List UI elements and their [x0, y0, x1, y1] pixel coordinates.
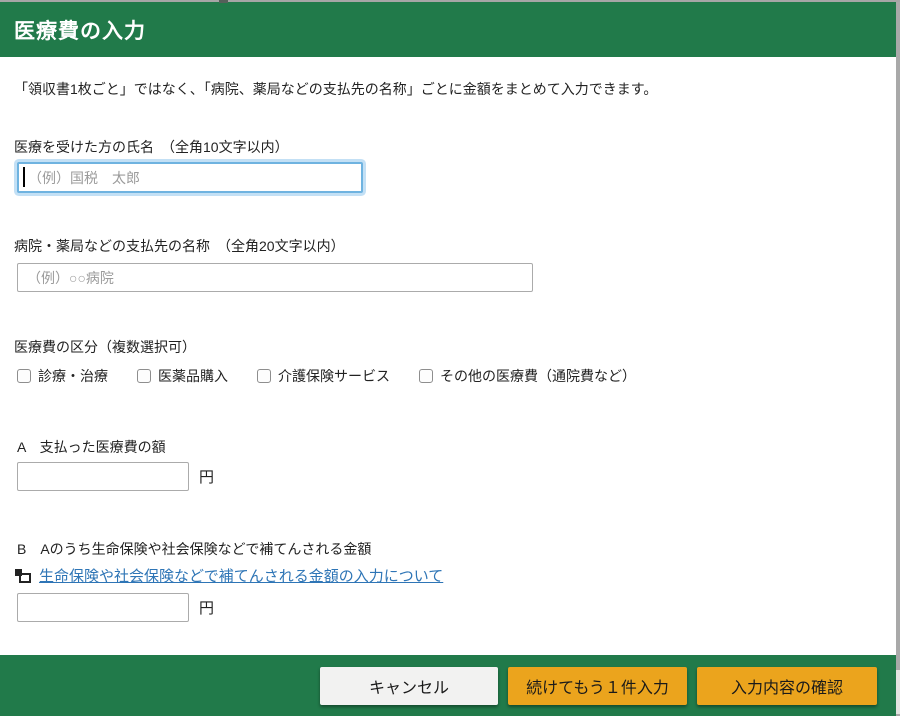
amount-a-row: 円 [17, 462, 214, 491]
payee-name-label: 病院・薬局などの支払先の名称 （全角20文字以内） [14, 236, 345, 256]
amount-b-label: B Aのうち生命保険や社会保険などで補てんされる金額 [17, 539, 371, 559]
category-option-label: 診療・治療 [38, 366, 108, 386]
scrollbar-track[interactable] [896, 2, 900, 716]
page-title: 医療費の入力 [14, 15, 146, 45]
confirm-button[interactable]: 入力内容の確認 [697, 667, 877, 705]
checkbox-medicine[interactable] [137, 369, 151, 383]
checkbox-treatment[interactable] [17, 369, 31, 383]
window-top-tick [219, 0, 228, 3]
category-option-label: 医薬品購入 [158, 366, 228, 386]
category-option-label: 介護保険サービス [278, 366, 390, 386]
amount-a-label: A 支払った医療費の額 [17, 437, 166, 457]
scrollbar-thumb[interactable] [896, 670, 900, 714]
amount-a-unit: 円 [199, 466, 214, 487]
category-option-medicine: 医薬品購入 [137, 366, 228, 386]
window-top-border [0, 0, 900, 2]
category-option-nursing-care: 介護保険サービス [257, 366, 390, 386]
footer-bar: キャンセル 続けてもう１件入力 入力内容の確認 [0, 655, 900, 716]
medical-expense-dialog: { "header": { "title": "医療費の入力" }, "intr… [0, 0, 900, 716]
amount-b-unit: 円 [199, 597, 214, 618]
amount-b-input[interactable] [17, 593, 189, 622]
cancel-button[interactable]: キャンセル [320, 667, 498, 705]
patient-name-label: 医療を受けた方の氏名 （全角10文字以内） [14, 137, 289, 157]
category-option-label: その他の医療費（通院費など） [440, 366, 636, 386]
supplement-info-link[interactable]: 生命保険や社会保険などで補てんされる金額の入力について [39, 565, 443, 586]
category-option-other: その他の医療費（通院費など） [419, 366, 636, 386]
supplement-info-link-row: 生命保険や社会保険などで補てんされる金額の入力について [15, 565, 443, 586]
new-window-icon [15, 569, 31, 583]
category-label: 医療費の区分（複数選択可） [14, 337, 196, 357]
payee-name-input[interactable] [17, 263, 533, 292]
amount-b-row: 円 [17, 593, 214, 622]
dialog-header: 医療費の入力 [0, 2, 896, 57]
text-caret [23, 167, 25, 187]
checkbox-nursing-care[interactable] [257, 369, 271, 383]
continue-input-button[interactable]: 続けてもう１件入力 [508, 667, 687, 705]
patient-name-input[interactable] [17, 162, 363, 193]
category-options: 診療・治療 医薬品購入 介護保険サービス その他の医療費（通院費など） [17, 366, 636, 386]
patient-name-input-wrap [17, 162, 363, 193]
checkbox-other[interactable] [419, 369, 433, 383]
amount-a-input[interactable] [17, 462, 189, 491]
intro-text: 「領収書1枚ごと」ではなく、「病院、薬局などの支払先の名称」ごとに金額をまとめて… [14, 79, 657, 99]
category-option-treatment: 診療・治療 [17, 366, 108, 386]
